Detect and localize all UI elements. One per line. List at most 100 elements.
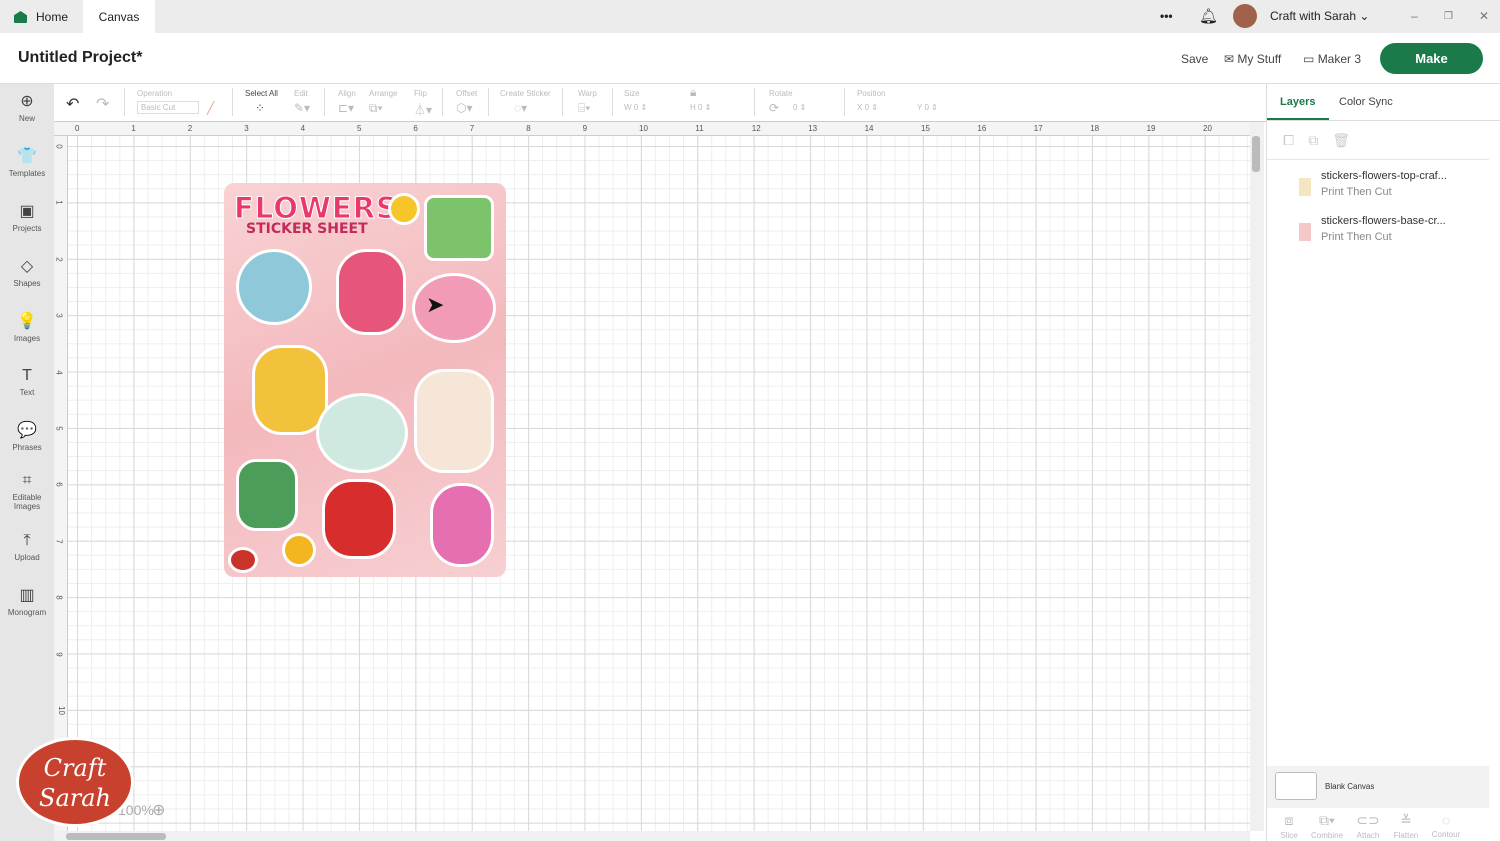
machine-label: Maker 3 xyxy=(1317,52,1362,66)
redo-button[interactable]: ↷ xyxy=(96,94,109,114)
group-icon[interactable]: ⧠ xyxy=(1283,132,1308,148)
align-button[interactable]: Align ⊏▾ xyxy=(338,89,356,115)
more-menu-button[interactable]: ••• xyxy=(1160,0,1173,33)
ruler-vertical: 0 1 2 3 4 5 6 7 8 9 10 xyxy=(54,136,68,831)
divider xyxy=(232,88,233,116)
sticker-sheet-image[interactable]: FLOWERS STICKER SHEET xyxy=(224,183,506,577)
minimize-button[interactable]: – xyxy=(1411,0,1418,33)
offset-button[interactable]: Offset ⬡▾ xyxy=(456,89,477,115)
sidebar-item-templates[interactable]: 👕 Templates xyxy=(0,148,54,178)
flatten-button[interactable]: ≚ Flatten xyxy=(1386,812,1426,840)
rotate-field[interactable]: 0 ⇕ xyxy=(793,103,806,112)
warp-icon: ⌸▾ xyxy=(578,101,591,115)
sidebar-item-editable-images[interactable]: ⌗ Editable Images xyxy=(0,472,54,511)
y-label: Y xyxy=(917,103,923,112)
lock-icon[interactable]: 🔒︎ xyxy=(690,85,696,100)
sidebar-item-monogram[interactable]: ▥ Monogram xyxy=(0,587,54,617)
bell-icon[interactable]: 🔔︎ xyxy=(1199,0,1218,33)
warp-label: Warp xyxy=(578,89,597,98)
sidebar-item-projects[interactable]: ▣ Projects xyxy=(0,203,54,233)
lightbulb-icon: 💡 xyxy=(17,313,37,330)
y-field[interactable]: Y 0 ⇕ xyxy=(917,103,938,112)
attach-label: Attach xyxy=(1356,831,1380,840)
ruler-tick-label: 13 xyxy=(808,124,818,133)
warp-button[interactable]: Warp ⌸▾ xyxy=(578,89,597,115)
sidebar-item-images[interactable]: 💡 Images xyxy=(0,313,54,343)
layer-thumbnail xyxy=(1299,223,1311,241)
machine-button[interactable]: ▭ Maker 3 xyxy=(1303,52,1361,66)
ruler-tick-label: 5 xyxy=(357,124,362,133)
my-stuff-button[interactable]: ✉ My Stuff xyxy=(1224,52,1281,66)
inbox-icon: ✉ xyxy=(1224,52,1235,66)
flatten-label: Flatten xyxy=(1393,831,1419,840)
ruler-tick-label: 1 xyxy=(131,124,136,133)
sidebar-label: Images xyxy=(13,334,41,343)
vertical-scrollbar[interactable] xyxy=(1250,122,1264,831)
ruler-tick-label: 0 xyxy=(54,144,64,149)
create-sticker-button[interactable]: Create Sticker ◌▾ xyxy=(500,89,551,115)
blank-canvas-swatch[interactable] xyxy=(1275,772,1317,800)
blank-canvas-row[interactable]: Blank Canvas xyxy=(1267,766,1489,808)
avatar[interactable] xyxy=(1233,4,1257,28)
edit-button[interactable]: Edit ✎▾ xyxy=(294,89,310,115)
layer-item[interactable]: stickers-flowers-top-craf... Print Then C… xyxy=(1267,166,1489,206)
plus-circle-icon: ⊕ xyxy=(20,93,34,110)
tab-layers[interactable]: Layers xyxy=(1280,96,1315,108)
tab-home[interactable]: Home xyxy=(0,0,82,33)
save-button[interactable]: Save xyxy=(1181,52,1208,66)
sidebar-item-upload[interactable]: ⤒ Upload xyxy=(0,532,54,562)
combine-button[interactable]: ⧉▾ Combine xyxy=(1307,812,1347,840)
layers-panel: Layers Color Sync ⧠⧉🗑︎ stickers-flowers-… xyxy=(1266,84,1500,841)
create-sticker-label: Create Sticker xyxy=(500,89,551,98)
undo-button[interactable]: ↶ xyxy=(66,94,79,114)
sidebar-item-phrases[interactable]: 💬 Phrases xyxy=(0,422,54,452)
zoom-in-button[interactable]: ⊕ xyxy=(152,800,165,820)
pen-color-icon[interactable]: ╱ xyxy=(207,101,214,115)
y-value: 0 xyxy=(924,103,929,112)
sidebar-label: Shapes xyxy=(13,279,41,288)
height-field[interactable]: H 0 ⇕ xyxy=(690,103,711,112)
horizontal-scrollbar[interactable] xyxy=(54,831,1250,841)
contour-label: Contour xyxy=(1431,830,1461,839)
divider xyxy=(1267,120,1500,121)
speech-bubble-icon: 💬 xyxy=(17,422,37,439)
width-field[interactable]: W 0 ⇕ xyxy=(624,103,647,112)
tab-canvas[interactable]: Canvas xyxy=(83,0,155,33)
sidebar-item-shapes[interactable]: ◇ Shapes xyxy=(0,258,54,288)
duplicate-icon[interactable]: ⧉ xyxy=(1308,132,1332,148)
arrange-button[interactable]: Arrange ⧉▾ xyxy=(369,89,397,115)
slice-button[interactable]: ⧈ Slice xyxy=(1269,812,1309,840)
user-menu[interactable]: Craft with Sarah ⌄ xyxy=(1270,0,1369,33)
flip-button[interactable]: Flip ⏃▾ xyxy=(414,89,432,117)
trash-icon[interactable]: 🗑︎ xyxy=(1332,132,1364,148)
layer-name: stickers-flowers-top-craf... xyxy=(1321,170,1447,182)
layer-type: Print Then Cut xyxy=(1321,231,1392,243)
project-title[interactable]: Untitled Project* xyxy=(18,49,142,67)
sidebar-item-new[interactable]: ⊕ New xyxy=(0,93,54,123)
slice-label: Slice xyxy=(1280,831,1298,840)
rotate-icon[interactable]: ⟳ xyxy=(769,101,779,115)
tab-color-sync[interactable]: Color Sync xyxy=(1339,96,1393,108)
x-field[interactable]: X 0 ⇕ xyxy=(857,103,878,112)
sidebar-item-text[interactable]: T Text xyxy=(0,367,54,397)
operation-select[interactable]: Basic Cut xyxy=(137,101,199,114)
scroll-thumb[interactable] xyxy=(1252,136,1260,172)
sticker-icon: ◌▾ xyxy=(514,101,528,115)
ruler-tick-label: 6 xyxy=(413,124,418,133)
orchid-sticker xyxy=(430,483,494,567)
ruler-tick-label: 7 xyxy=(54,539,64,544)
tab-bar: Home Canvas ••• 🔔︎ Craft with Sarah ⌄ – … xyxy=(0,0,1500,33)
layer-item[interactable]: stickers-flowers-base-cr... Print Then Cu… xyxy=(1267,211,1489,251)
layer-actions: ⧠⧉🗑︎ xyxy=(1283,132,1364,149)
sunflower-small-sticker xyxy=(282,533,316,567)
contour-button[interactable]: ◌ Contour xyxy=(1426,812,1466,839)
x-label: X xyxy=(857,103,863,112)
close-button[interactable]: ✕ xyxy=(1479,0,1489,33)
attach-button[interactable]: ⊂⊃ Attach xyxy=(1348,812,1388,840)
restore-button[interactable]: ❐ xyxy=(1444,0,1453,33)
scroll-thumb[interactable] xyxy=(66,833,166,840)
ruler-tick-label: 19 xyxy=(1146,124,1156,133)
height-value: 0 xyxy=(698,103,703,112)
select-all-button[interactable]: Select All ⁘ xyxy=(245,89,278,115)
make-button[interactable]: Make xyxy=(1380,43,1483,74)
